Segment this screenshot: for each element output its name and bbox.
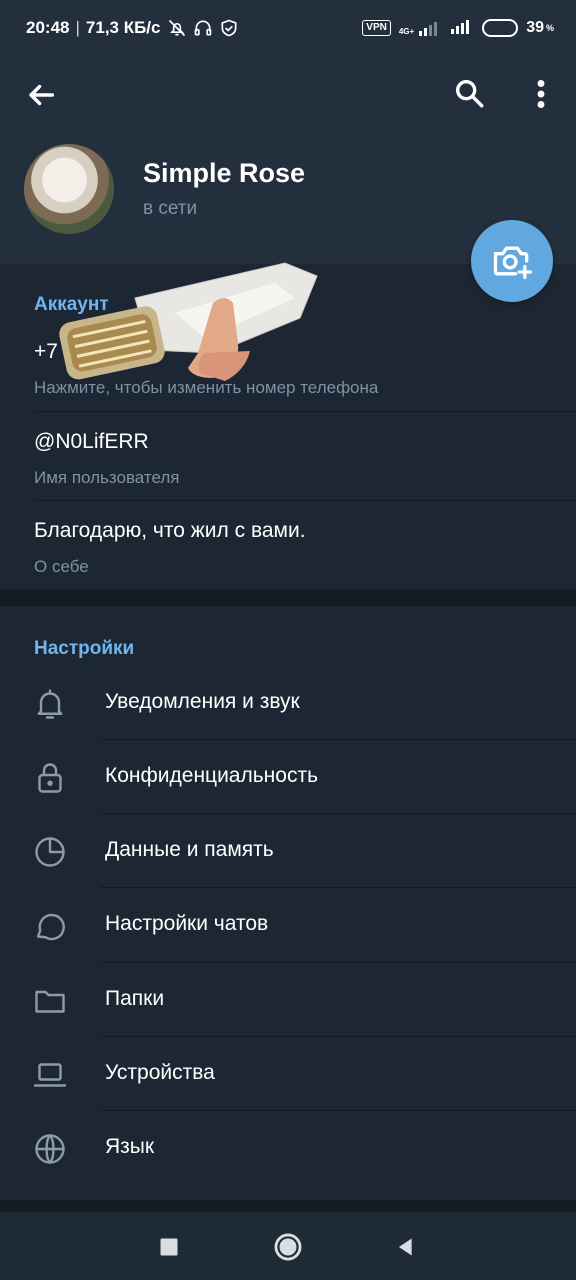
camera-add-icon: [493, 246, 532, 280]
status-separator: |: [75, 18, 80, 37]
folder-icon: [35, 990, 65, 1013]
status-speed: 71,3 КБ/с: [85, 18, 161, 37]
search-button[interactable]: [452, 76, 488, 112]
back-arrow-icon: [29, 84, 55, 106]
recents-square-icon: [160, 1238, 178, 1256]
menu-label: Устройства: [105, 1061, 215, 1084]
menu-label: Конфиденциальность: [105, 764, 319, 787]
settings-section: Настройки Уведомления и звук Конфиденциа…: [0, 606, 576, 1200]
section-title-settings: Настройки: [34, 638, 135, 659]
menu-item-notifications[interactable]: Уведомления и звук: [0, 666, 576, 740]
back-button[interactable]: [24, 78, 58, 112]
section-gap: [0, 589, 576, 606]
back-triangle-icon: [398, 1238, 412, 1256]
status-bar: 20:48 | 71,3 КБ/с VPN 4G+ 39%: [0, 0, 576, 56]
recents-button[interactable]: [152, 1230, 186, 1264]
divider: [34, 500, 576, 501]
battery-percent: 39: [526, 19, 544, 36]
menu-label: Папки: [105, 987, 165, 1010]
username: @N0LifERR: [34, 430, 149, 453]
section-gap: [0, 1200, 576, 1212]
chat-bubble-icon: [36, 913, 65, 941]
username-item[interactable]: @N0LifERR Имя пользователя: [34, 430, 576, 488]
profile-name: Simple Rose: [143, 158, 306, 188]
network-type: 4G+: [398, 27, 415, 36]
menu-item-data-storage[interactable]: Данные и память: [0, 814, 576, 888]
avatar[interactable]: [24, 144, 114, 234]
shield-check-icon: [219, 18, 239, 38]
system-nav-bar: [0, 1212, 576, 1280]
divider: [34, 411, 576, 412]
headphones-icon: [193, 18, 213, 38]
home-circle-icon: [274, 1233, 302, 1261]
menu-label: Язык: [105, 1135, 155, 1158]
more-vertical-icon: [537, 80, 545, 108]
pie-chart-icon: [35, 837, 65, 867]
profile-status: в сети: [143, 198, 198, 219]
battery-percent-wrap: 39%: [526, 19, 554, 37]
username-hint: Имя пользователя: [34, 468, 180, 487]
menu-item-privacy[interactable]: Конфиденциальность: [0, 740, 576, 814]
back-nav-button[interactable]: [389, 1230, 423, 1264]
set-photo-button[interactable]: [471, 220, 553, 302]
bell-off-icon: [167, 18, 187, 38]
bio-item[interactable]: Благодарю, что жил с вами. О себе: [34, 519, 576, 577]
vpn-badge: VPN: [362, 20, 391, 36]
signal-icon-2: [450, 18, 474, 39]
bell-icon: [37, 689, 63, 719]
bio-hint: О себе: [34, 557, 89, 576]
globe-icon: [35, 1134, 65, 1164]
menu-item-devices[interactable]: Устройства: [0, 1037, 576, 1111]
menu-item-chat-settings[interactable]: Настройки чатов: [0, 888, 576, 962]
more-options-button[interactable]: [526, 76, 556, 112]
menu-item-folders[interactable]: Папки: [0, 963, 576, 1037]
percent-sign: %: [545, 22, 554, 33]
menu-label: Уведомления и звук: [105, 690, 300, 713]
home-button[interactable]: [271, 1230, 305, 1264]
menu-label: Данные и память: [105, 838, 274, 861]
bio: Благодарю, что жил с вами.: [34, 519, 306, 542]
signal-icon: 4G+: [399, 20, 442, 36]
sticker-image: [59, 262, 318, 381]
search-icon: [455, 79, 484, 108]
lock-icon: [38, 763, 62, 793]
menu-item-language[interactable]: Язык: [0, 1111, 576, 1185]
laptop-icon: [33, 1063, 67, 1087]
battery-icon: [482, 19, 519, 37]
menu-label: Настройки чатов: [105, 912, 269, 935]
status-time: 20:48: [26, 18, 70, 37]
